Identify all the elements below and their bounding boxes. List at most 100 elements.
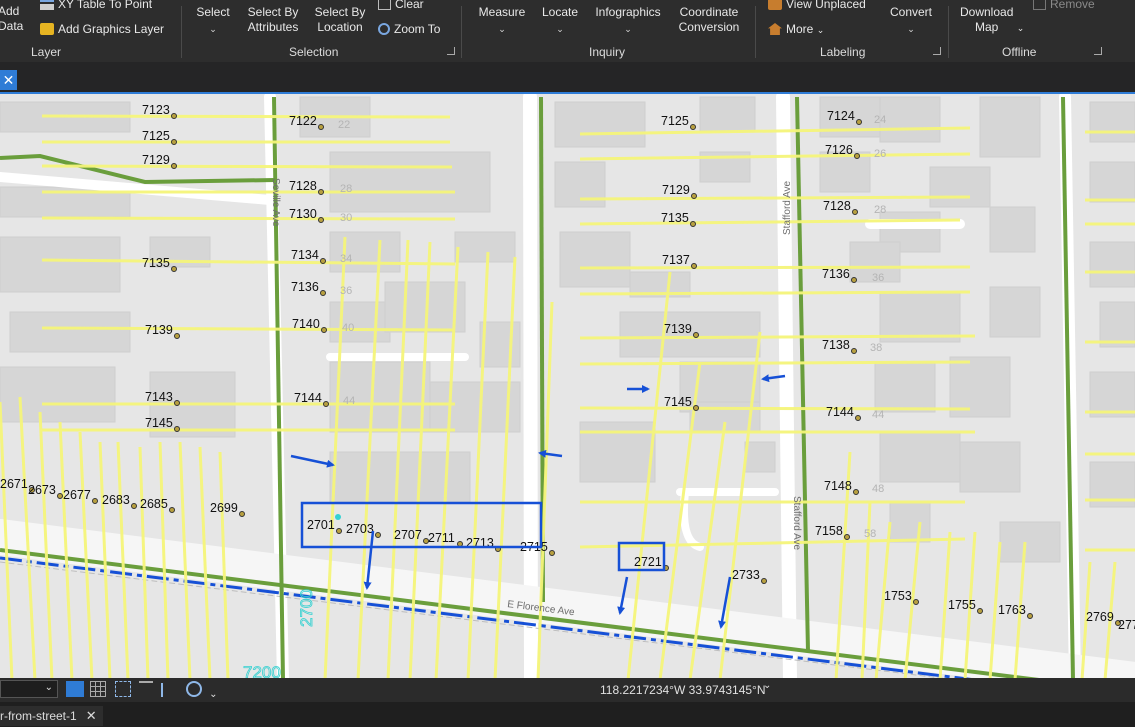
address-point-marker [690, 124, 696, 130]
svg-text:40: 40 [342, 322, 354, 334]
constraint-icon[interactable] [139, 681, 154, 697]
scale-dropdown[interactable]: ⌄ [0, 680, 58, 698]
ribbon: Add Data XY Table To Point Add Graphics … [0, 0, 1135, 62]
chevron-down-icon[interactable]: ⌄ [763, 680, 771, 691]
address-point[interactable]: 7140 [292, 317, 327, 333]
address-point[interactable]: 2713 [466, 536, 501, 552]
select-by-attributes-button[interactable]: Select By Attributes [244, 5, 302, 35]
address-point[interactable]: 7128 [289, 179, 324, 195]
address-point[interactable]: 2701 [307, 518, 342, 534]
address-point[interactable]: 7136 [291, 280, 326, 296]
address-point-marker [318, 217, 324, 223]
remove-label: Remove [1050, 0, 1095, 11]
address-point[interactable]: 7148 [824, 479, 859, 495]
address-point[interactable]: 7135 [661, 211, 696, 227]
document-tab[interactable]: r-from-street-1 ✕ [0, 706, 103, 726]
address-point[interactable]: 7139 [145, 323, 180, 339]
clear-label: Clear [395, 0, 424, 11]
rotate-icon[interactable] [185, 681, 202, 697]
remove-button[interactable]: Remove [1033, 0, 1095, 12]
active-tool-icon[interactable] [66, 681, 84, 697]
address-point[interactable]: 2677 [63, 488, 98, 504]
chevron-down-icon[interactable]: ⌄ [209, 689, 217, 700]
address-point[interactable]: 7129 [142, 153, 177, 169]
address-point[interactable]: 2711 [428, 531, 463, 547]
infographics-button[interactable]: Infographics ⌄ [592, 5, 664, 34]
zoom-to-selection-button[interactable]: Zoom To [378, 22, 440, 37]
close-pane-button[interactable]: ✕ [0, 70, 17, 90]
address-label: 7140 [292, 317, 320, 331]
close-icon[interactable]: ✕ [86, 706, 97, 726]
address-point[interactable]: 7137 [662, 253, 697, 269]
selection-launcher-icon[interactable] [447, 47, 455, 55]
address-label: 1763 [998, 603, 1026, 617]
more-button[interactable]: More ⌄ [768, 22, 824, 38]
address-point[interactable]: 7130 [289, 207, 324, 223]
address-point[interactable]: 7134 [291, 248, 326, 264]
address-point[interactable]: 7129 [662, 183, 697, 199]
map-view[interactable]: 22 28 30 34 36 40 44 24 26 28 36 38 44 48 58 Sevil… [0, 92, 1135, 678]
address-point[interactable]: 2707 [394, 528, 429, 544]
clear-selection-button[interactable]: Clear [378, 0, 424, 12]
address-point[interactable]: 2769 [1086, 610, 1121, 626]
separator [948, 6, 949, 58]
address-point-marker [851, 348, 857, 354]
address-label: 2671 [0, 477, 28, 491]
nav-tools: ⌄ [66, 681, 217, 700]
download-map-button[interactable]: Download Map ⌄ [960, 5, 1024, 36]
address-label: 2685 [140, 497, 168, 511]
add-data-button[interactable]: Add Data [0, 4, 26, 34]
address-point-marker [856, 119, 862, 125]
add-graphics-layer-button[interactable]: Add Graphics Layer [40, 22, 164, 37]
address-label: 7129 [142, 153, 170, 167]
chevron-down-icon: ⌄ [1016, 23, 1025, 33]
address-point[interactable]: 7126 [825, 143, 860, 159]
address-point[interactable]: 7138 [822, 338, 857, 354]
address-point[interactable]: 1763 [998, 603, 1033, 619]
locate-button[interactable]: Locate ⌄ [538, 5, 582, 34]
labeling-launcher-icon[interactable] [933, 47, 941, 55]
address-point[interactable]: 1755 [948, 598, 983, 614]
address-point-marker [174, 400, 180, 406]
select-by-location-button[interactable]: Select By Location [312, 5, 368, 35]
address-point[interactable]: 2699 [210, 501, 245, 517]
address-point[interactable]: 7125 [661, 114, 696, 130]
select-by-attributes-label: Select By Attributes [247, 5, 299, 34]
address-point[interactable]: 2683 [102, 493, 137, 509]
address-point[interactable]: 2703 [346, 522, 381, 538]
map-canvas[interactable]: 22 28 30 34 36 40 44 24 26 28 36 38 44 48 58 Sevil… [0, 94, 1135, 678]
address-point[interactable]: 7123 [142, 103, 177, 119]
address-label: 7128 [289, 179, 317, 193]
measure-button[interactable]: Measure ⌄ [475, 5, 529, 34]
select-by-location-label: Select By Location [314, 5, 366, 34]
address-point[interactable]: 7125 [142, 129, 177, 145]
address-point-marker [92, 498, 98, 504]
address-label: 2699 [210, 501, 238, 515]
svg-text:36: 36 [872, 272, 884, 284]
address-point[interactable]: 2685 [140, 497, 175, 513]
offline-launcher-icon[interactable] [1094, 47, 1102, 55]
grid-icon[interactable] [90, 681, 107, 697]
north-arrow-icon[interactable] [161, 683, 177, 697]
snapping-icon[interactable] [114, 681, 131, 697]
address-point[interactable]: 7128 [823, 199, 858, 215]
svg-text:28: 28 [874, 204, 886, 216]
address-point[interactable]: 7144 [294, 391, 329, 407]
address-label: 7148 [824, 479, 852, 493]
select-button[interactable]: Select ⌄ [195, 5, 231, 34]
address-point[interactable]: 2673 [28, 483, 63, 499]
xy-table-to-point-button[interactable]: XY Table To Point [40, 0, 152, 12]
address-point-marker [169, 507, 175, 513]
address-point-marker [320, 290, 326, 296]
view-unplaced-button[interactable]: View Unplaced [768, 0, 866, 12]
chevron-down-icon: ⌄ [624, 24, 632, 34]
close-icon: ✕ [2, 72, 15, 88]
address-point-marker [174, 426, 180, 432]
address-point[interactable]: 2733 [732, 568, 767, 584]
address-label: 7126 [825, 143, 853, 157]
coordinate-conversion-button[interactable]: Coordinate Conversion [675, 5, 743, 35]
convert-button[interactable]: Convert ⌄ [886, 5, 936, 34]
selected-point[interactable] [335, 514, 341, 520]
address-point[interactable]: 2771 [1118, 618, 1135, 634]
address-label: 7122 [289, 114, 317, 128]
